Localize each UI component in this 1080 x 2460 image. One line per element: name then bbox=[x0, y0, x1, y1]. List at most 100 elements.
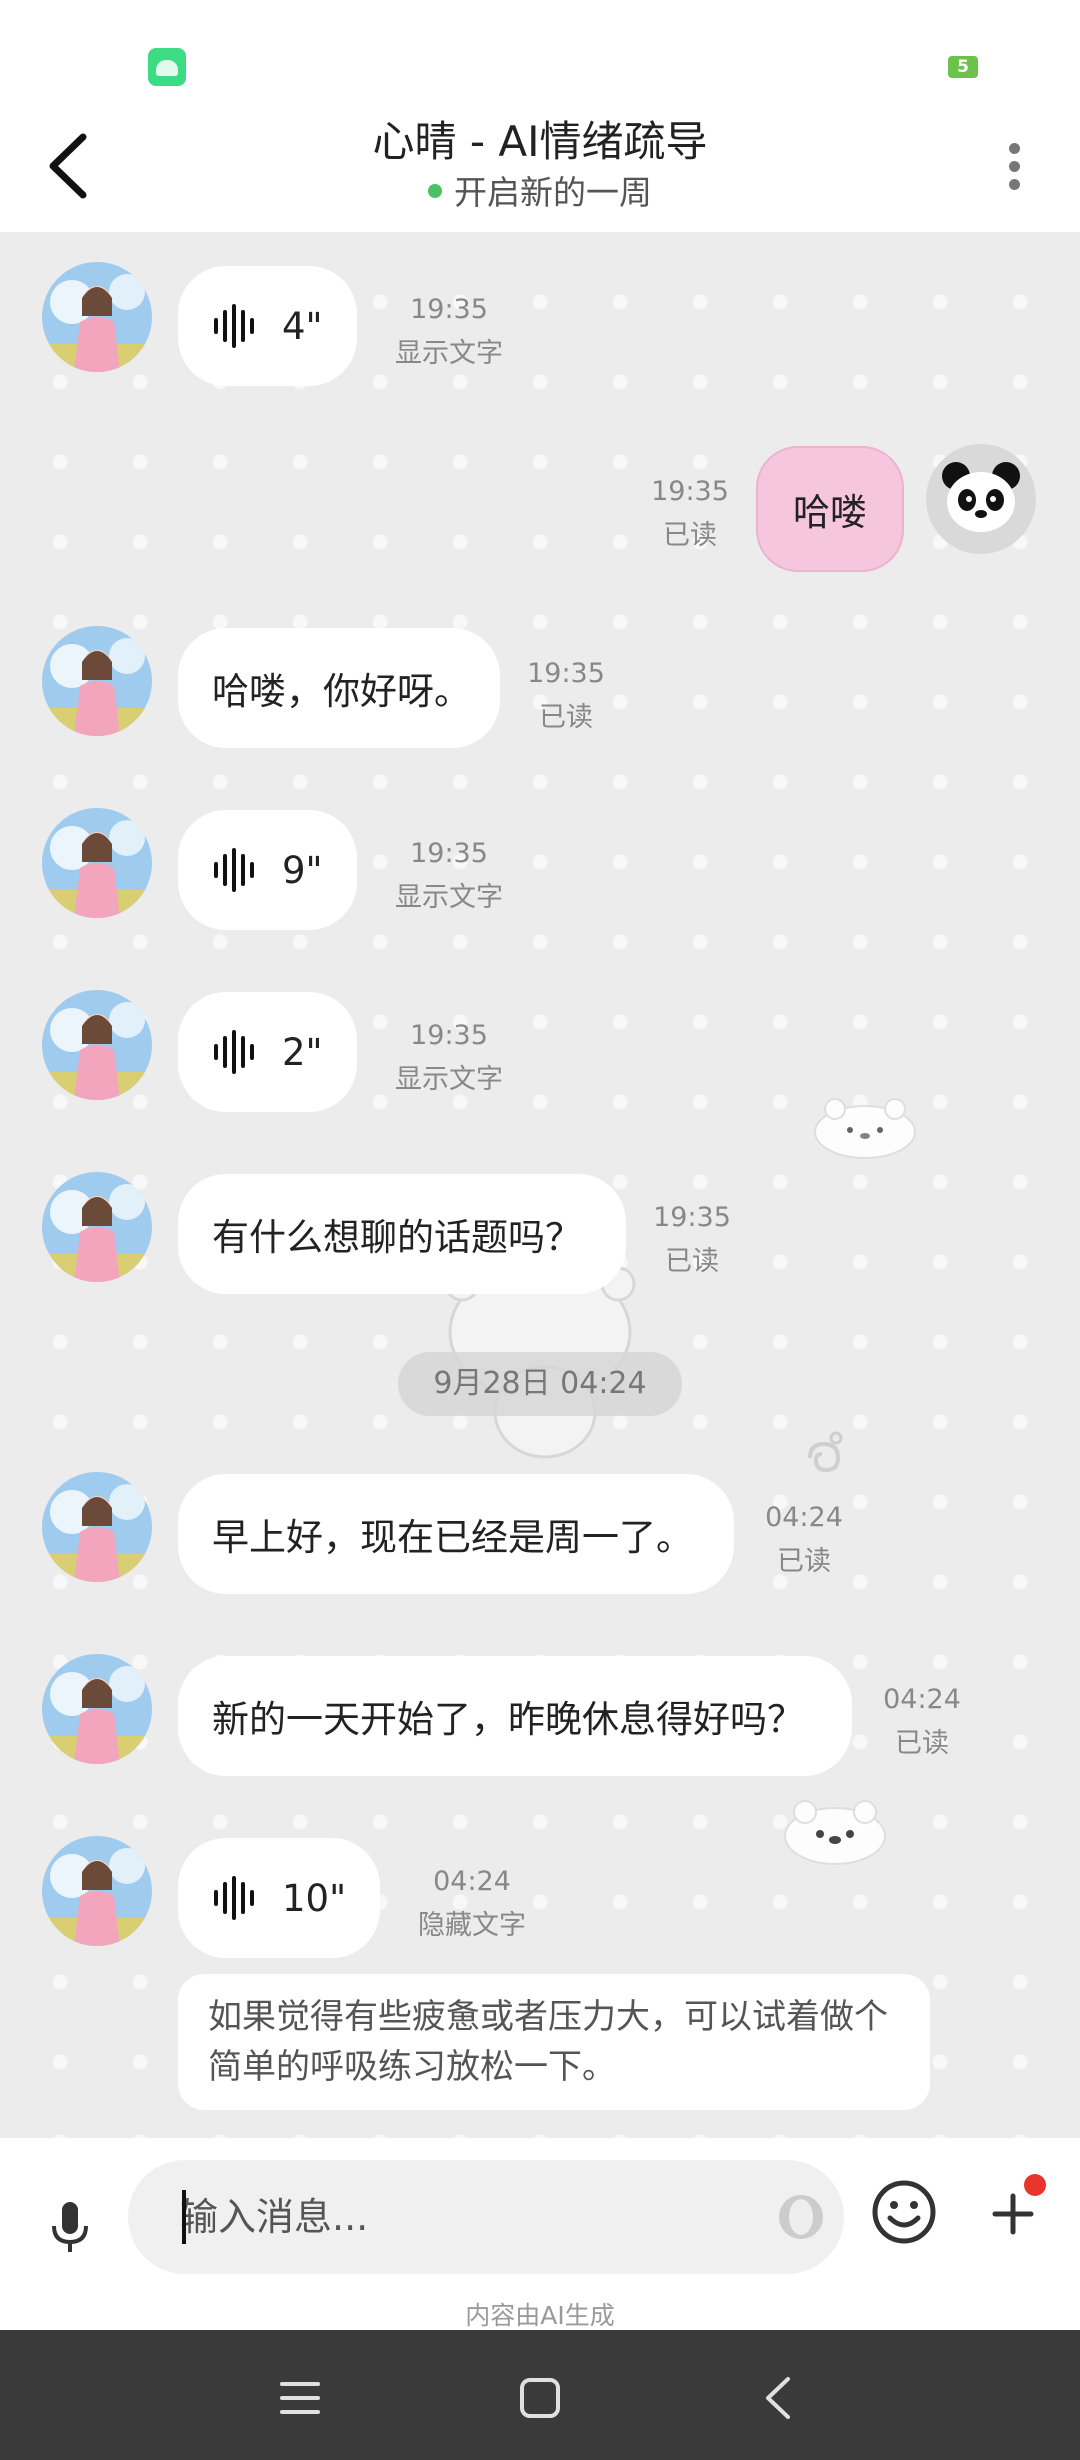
girl-avatar-icon bbox=[42, 1172, 152, 1282]
notification-badge bbox=[1024, 2174, 1046, 2196]
input-bar: 内容由AI生成 bbox=[0, 2138, 1080, 2334]
message-time: 04:24 bbox=[433, 1866, 511, 1897]
message-text: 新的一天开始了，昨晚休息得好吗？ bbox=[212, 1698, 804, 1741]
page-title: 心晴 - AI情绪疏导 bbox=[372, 117, 708, 166]
voice-message-bubble[interactable]: 9" bbox=[178, 810, 357, 930]
android-icon bbox=[148, 48, 186, 86]
read-status: 已读 bbox=[777, 1546, 831, 1577]
chat-header: 心晴 - AI情绪疏导 开启新的一周 bbox=[0, 100, 1080, 232]
add-attachment-button[interactable] bbox=[978, 2174, 1048, 2248]
chat-area[interactable]: 4" 19:35 显示文字 哈喽 19:35 已读 哈喽，你好呀。 19:35 … bbox=[0, 232, 1080, 2138]
ai-message-bubble[interactable]: 新的一天开始了，昨晚休息得好吗？ bbox=[178, 1656, 852, 1776]
panda-avatar-icon bbox=[942, 462, 1020, 532]
sound-wave-icon bbox=[214, 304, 254, 348]
home-button[interactable] bbox=[510, 2368, 570, 2428]
sound-wave-icon bbox=[214, 1030, 254, 1074]
ai-assistant-icon[interactable] bbox=[776, 2192, 826, 2242]
message-input[interactable] bbox=[180, 2160, 740, 2274]
status-subtitle: 开启新的一周 bbox=[0, 166, 1080, 214]
voice-message-bubble[interactable]: 2" bbox=[178, 992, 357, 1112]
more-options-button[interactable] bbox=[984, 130, 1044, 202]
voice-message-bubble[interactable]: 4" bbox=[178, 266, 357, 386]
ai-avatar[interactable] bbox=[42, 808, 152, 918]
message-time: 19:35 bbox=[653, 1202, 731, 1233]
message-meta: 19:35 显示文字 bbox=[392, 1014, 506, 1102]
ai-avatar[interactable] bbox=[42, 626, 152, 736]
user-avatar[interactable] bbox=[926, 444, 1036, 554]
message-text: 早上好，现在已经是周一了。 bbox=[212, 1516, 693, 1559]
message-text: 哈喽 bbox=[793, 491, 867, 534]
voice-duration: 4" bbox=[282, 304, 323, 348]
read-status: 已读 bbox=[895, 1728, 949, 1759]
message-time: 19:35 bbox=[527, 658, 605, 689]
voice-duration: 10" bbox=[282, 1876, 347, 1920]
ai-message-bubble[interactable]: 有什么想聊的话题吗？ bbox=[178, 1174, 626, 1294]
ai-avatar[interactable] bbox=[42, 1172, 152, 1282]
system-back-button[interactable] bbox=[748, 2368, 808, 2428]
girl-avatar-icon bbox=[42, 626, 152, 736]
message-time: 04:24 bbox=[883, 1684, 961, 1715]
swirl-sticker-icon bbox=[808, 1431, 843, 1473]
show-text-link[interactable]: 显示文字 bbox=[392, 332, 506, 376]
voice-message-bubble[interactable]: 10" bbox=[178, 1838, 381, 1958]
voice-input-button[interactable] bbox=[40, 2188, 100, 2268]
bear-sticker-icon bbox=[814, 1098, 916, 1159]
back-triangle-icon bbox=[766, 2377, 790, 2419]
message-meta: 04:24 隐藏文字 bbox=[412, 1860, 532, 1948]
message-meta: 19:35 已读 bbox=[640, 470, 740, 558]
read-status: 已读 bbox=[665, 1246, 719, 1277]
online-status-dot bbox=[428, 183, 442, 198]
bear-sticker-2-icon bbox=[784, 1800, 886, 1865]
girl-avatar-icon bbox=[42, 808, 152, 918]
sound-wave-icon bbox=[214, 1876, 254, 1920]
read-status: 已读 bbox=[539, 702, 593, 733]
menu-icon bbox=[280, 2382, 320, 2414]
date-divider: 9月28日 04:24 bbox=[398, 1352, 682, 1416]
show-text-link[interactable]: 显示文字 bbox=[392, 876, 506, 920]
sound-wave-icon bbox=[214, 848, 254, 892]
girl-avatar-icon bbox=[42, 990, 152, 1100]
message-meta: 19:35 显示文字 bbox=[392, 288, 506, 376]
battery-indicator: 5 bbox=[948, 56, 978, 78]
voice-transcript: 如果觉得有些疲惫或者压力大，可以试着做个简单的呼吸练习放松一下。 bbox=[178, 1974, 930, 2110]
hide-text-link[interactable]: 隐藏文字 bbox=[412, 1904, 532, 1948]
message-time: 19:35 bbox=[410, 1020, 488, 1051]
message-time: 19:35 bbox=[410, 294, 488, 325]
message-time: 19:35 bbox=[651, 476, 729, 507]
system-navigation-bar bbox=[0, 2330, 1080, 2460]
message-input-container[interactable] bbox=[128, 2160, 844, 2274]
girl-avatar-icon bbox=[42, 262, 152, 372]
ai-avatar[interactable] bbox=[42, 262, 152, 372]
message-meta: 04:24 已读 bbox=[754, 1496, 854, 1584]
message-meta: 04:24 已读 bbox=[872, 1678, 972, 1766]
message-text: 有什么想聊的话题吗？ bbox=[212, 1216, 582, 1259]
ai-message-bubble[interactable]: 早上好，现在已经是周一了。 bbox=[178, 1474, 734, 1594]
message-meta: 19:35 已读 bbox=[516, 652, 616, 740]
my-message-bubble[interactable]: 哈喽 bbox=[756, 446, 904, 572]
ai-avatar[interactable] bbox=[42, 1836, 152, 1946]
home-square-icon bbox=[520, 2378, 560, 2418]
ai-generated-note: 内容由AI生成 bbox=[465, 2301, 615, 2330]
message-time: 04:24 bbox=[765, 1502, 843, 1533]
status-bar: 5 bbox=[0, 0, 1080, 100]
ai-message-bubble[interactable]: 哈喽，你好呀。 bbox=[178, 628, 500, 748]
ai-avatar[interactable] bbox=[42, 990, 152, 1100]
girl-avatar-icon bbox=[42, 1654, 152, 1764]
microphone-icon bbox=[52, 2202, 88, 2252]
text-cursor bbox=[182, 2190, 186, 2244]
girl-avatar-icon bbox=[42, 1472, 152, 1582]
smiley-icon[interactable] bbox=[870, 2178, 938, 2246]
ai-avatar[interactable] bbox=[42, 1654, 152, 1764]
message-meta: 19:35 显示文字 bbox=[392, 832, 506, 920]
girl-avatar-icon bbox=[42, 1836, 152, 1946]
show-text-link[interactable]: 显示文字 bbox=[392, 1058, 506, 1102]
read-status: 已读 bbox=[663, 520, 717, 551]
voice-duration: 2" bbox=[282, 1030, 323, 1074]
more-vertical-icon bbox=[1008, 142, 1020, 154]
recent-apps-button[interactable] bbox=[270, 2368, 330, 2428]
voice-duration: 9" bbox=[282, 848, 323, 892]
ai-avatar[interactable] bbox=[42, 1472, 152, 1582]
more-dot bbox=[1008, 178, 1020, 190]
subtitle-text: 开启新的一周 bbox=[454, 173, 652, 212]
message-text: 哈喽，你好呀。 bbox=[212, 670, 471, 713]
